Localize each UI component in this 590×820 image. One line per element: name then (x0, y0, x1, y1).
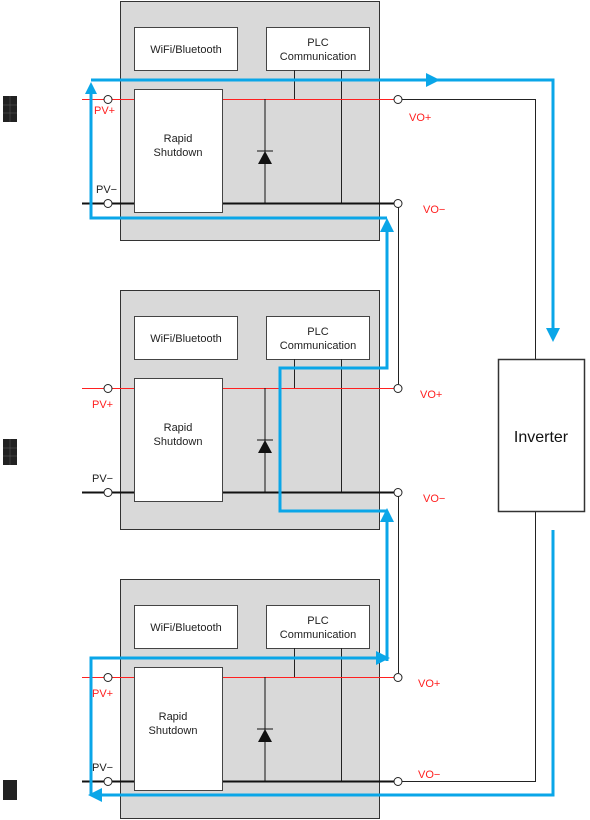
rapid-shutdown-label: Shutdown (154, 436, 203, 448)
inverter: Inverter (497, 358, 586, 513)
pv-minus-label: PV− (92, 473, 113, 485)
vo-minus-label: VO− (423, 493, 445, 505)
pv-plus-label: PV+ (94, 105, 115, 117)
module-1: WiFi/Bluetooth PLC Communication Rapid S… (81, 0, 445, 242)
arrow-up-icon (380, 218, 394, 232)
plc-label: PLC (307, 615, 328, 627)
pv-minus-label: PV− (92, 762, 113, 774)
solar-panel-icon (3, 780, 17, 800)
rapid-shutdown-label: Rapid (159, 711, 188, 723)
plc-label: Communication (280, 629, 356, 641)
plc-label: PLC (307, 326, 328, 338)
wifi-bluetooth-label: WiFi/Bluetooth (150, 44, 222, 56)
vo-plus-label: VO+ (420, 389, 442, 401)
vo-minus-label: VO− (423, 204, 445, 216)
vo-plus-label: VO+ (409, 112, 431, 124)
wifi-bluetooth-label: WiFi/Bluetooth (150, 333, 222, 345)
pv-plus-label: PV+ (92, 399, 113, 411)
module-2: WiFi/Bluetooth PLC Communication Rapid S… (81, 289, 445, 531)
rapid-shutdown-label: Shutdown (149, 725, 198, 737)
arrow-down-icon (546, 328, 560, 342)
inverter-label: Inverter (514, 429, 569, 446)
pv-minus-label: PV− (96, 184, 117, 196)
solar-panel-icon (2, 438, 18, 466)
pv-plus-label: PV+ (92, 688, 113, 700)
solar-panel-icon (2, 95, 18, 123)
arrow-right-icon (426, 73, 440, 87)
vo-plus-label: VO+ (418, 678, 440, 690)
plc-label: PLC (307, 37, 328, 49)
wifi-bluetooth-label: WiFi/Bluetooth (150, 622, 222, 634)
plc-label: Communication (280, 51, 356, 63)
vo-minus-label: VO− (418, 769, 440, 781)
arrow-up-icon (85, 82, 97, 94)
rapid-shutdown-label: Rapid (164, 422, 193, 434)
rapid-shutdown-label: Rapid (164, 133, 193, 145)
plc-label: Communication (280, 340, 356, 352)
diagram: WiFi/Bluetooth PLC Communication Rapid S… (2, 0, 586, 820)
rapid-shutdown-label: Shutdown (154, 147, 203, 159)
